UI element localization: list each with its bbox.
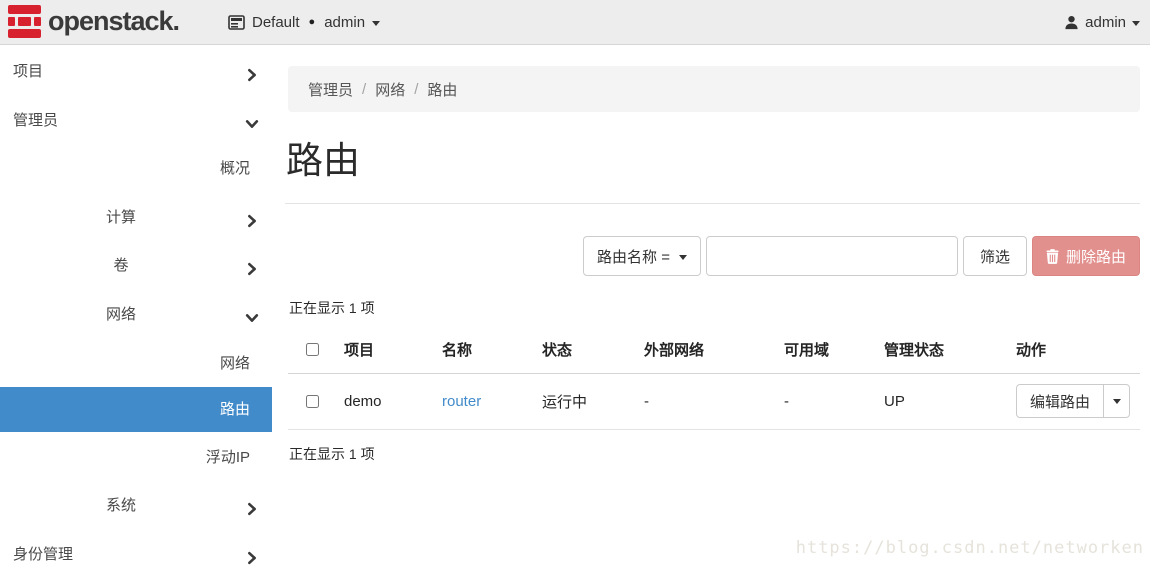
cell-external-network: - xyxy=(626,373,766,429)
chevron-right-icon xyxy=(245,547,259,561)
column-header-admin-state: 管理状态 xyxy=(866,326,998,373)
sidebar-item-label: 网络 xyxy=(220,355,250,372)
chevron-down-icon xyxy=(245,113,259,127)
filter-field-dropdown[interactable]: 路由名称 = xyxy=(583,236,701,276)
cell-project: demo xyxy=(326,373,424,429)
current-domain: Default xyxy=(252,14,300,31)
page-title: 路由 xyxy=(286,130,360,184)
caret-down-icon xyxy=(1113,399,1121,404)
header-divider xyxy=(285,203,1140,204)
sidebar-item-label: 计算 xyxy=(106,209,136,226)
breadcrumb-separator: / xyxy=(414,81,418,98)
sidebar-item-label: 概况 xyxy=(220,160,250,177)
sidebar-item-networks[interactable]: 网络 xyxy=(0,350,272,377)
table-actions-bar: 路由名称 = 筛选 删除路由 xyxy=(288,236,1140,276)
watermark-text: https://blog.csdn.net/networken xyxy=(796,538,1144,558)
sidebar-item-identity[interactable]: 身份管理 xyxy=(0,541,272,568)
openstack-brand[interactable]: openstack. xyxy=(8,5,179,38)
filter-field-label: 路由名称 = xyxy=(597,246,670,267)
table-header-row: 项目 名称 状态 外部网络 可用域 管理状态 动作 xyxy=(288,326,1140,373)
current-project: admin xyxy=(324,14,365,31)
sidebar-item-network-group[interactable]: 网络 xyxy=(0,301,272,328)
chevron-right-icon xyxy=(245,64,259,78)
breadcrumb: 管理员 / 网络 / 路由 xyxy=(288,66,1140,112)
cell-admin-state: UP xyxy=(866,373,998,429)
chevron-right-icon xyxy=(245,498,259,512)
edit-router-button[interactable]: 编辑路由 xyxy=(1016,384,1104,418)
column-header-actions: 动作 xyxy=(998,326,1140,373)
caret-down-icon xyxy=(372,21,380,26)
sidebar-item-label: 网络 xyxy=(106,306,136,323)
caret-down-icon xyxy=(679,255,687,260)
sidebar-item-label: 系统 xyxy=(106,497,136,514)
column-header-status: 状态 xyxy=(524,326,626,373)
column-header-availability-zone: 可用域 xyxy=(766,326,866,373)
delete-routers-button[interactable]: 删除路由 xyxy=(1032,236,1140,276)
sidebar-nav: 项目 管理员 概况 计算 卷 网络 网络 路由 浮动IP xyxy=(0,46,272,574)
sidebar-item-routers[interactable]: 路由 xyxy=(0,387,272,432)
sidebar-item-label: 身份管理 xyxy=(13,546,73,563)
brand-wordmark: openstack. xyxy=(48,5,179,38)
row-actions-split-button: 编辑路由 xyxy=(1016,384,1130,418)
chevron-right-icon xyxy=(245,210,259,224)
table-row: demo router 运行中 - - UP 编辑路由 xyxy=(288,373,1140,429)
sidebar-item-volumes[interactable]: 卷 xyxy=(0,252,272,279)
items-count-bottom: 正在显示 1 项 xyxy=(289,444,375,464)
cell-status: 运行中 xyxy=(524,373,626,429)
cell-availability-zone: - xyxy=(766,373,866,429)
router-name-link[interactable]: router xyxy=(442,393,481,410)
caret-down-icon xyxy=(1132,21,1140,26)
column-header-project: 项目 xyxy=(326,326,424,373)
delete-button-label: 删除路由 xyxy=(1066,246,1126,267)
openstack-dashboard: openstack. Default ● admin admin 项目 管理员 xyxy=(0,0,1150,574)
chevron-down-icon xyxy=(245,307,259,321)
sidebar-item-project[interactable]: 项目 xyxy=(0,58,272,85)
sidebar-item-label: 浮动IP xyxy=(206,449,250,466)
row-actions-dropdown-toggle[interactable] xyxy=(1104,384,1130,418)
breadcrumb-separator: / xyxy=(362,81,366,98)
breadcrumb-item-admin[interactable]: 管理员 xyxy=(308,79,353,100)
username: admin xyxy=(1085,14,1126,31)
sidebar-item-label: 卷 xyxy=(113,257,128,274)
sidebar-item-label: 项目 xyxy=(13,63,43,80)
sidebar-item-label: 管理员 xyxy=(13,112,58,129)
top-navbar: openstack. Default ● admin admin xyxy=(0,0,1150,45)
sidebar-item-floating-ips[interactable]: 浮动IP xyxy=(0,444,272,471)
filter-search-input[interactable] xyxy=(706,236,958,276)
sidebar-item-label: 路由 xyxy=(220,401,250,418)
breadcrumb-item-routers: 路由 xyxy=(427,79,457,100)
sidebar-item-system[interactable]: 系统 xyxy=(0,492,272,519)
user-menu[interactable]: admin xyxy=(1064,0,1140,44)
items-count-top: 正在显示 1 项 xyxy=(289,298,375,318)
routers-table: 项目 名称 状态 外部网络 可用域 管理状态 动作 demo router 运行… xyxy=(288,326,1140,430)
chevron-right-icon xyxy=(245,258,259,272)
row-select-checkbox[interactable] xyxy=(306,395,319,408)
filter-button-label: 筛选 xyxy=(980,246,1010,267)
edit-router-label: 编辑路由 xyxy=(1030,391,1090,412)
filter-button[interactable]: 筛选 xyxy=(963,236,1027,276)
trash-icon xyxy=(1046,249,1059,264)
user-icon xyxy=(1064,15,1079,30)
openstack-logo-icon xyxy=(8,5,41,38)
sidebar-item-compute[interactable]: 计算 xyxy=(0,204,272,231)
breadcrumb-item-network[interactable]: 网络 xyxy=(375,79,405,100)
column-header-external-network: 外部网络 xyxy=(626,326,766,373)
sidebar-item-admin[interactable]: 管理员 xyxy=(0,107,272,134)
domain-project-switcher[interactable]: Default ● admin xyxy=(228,0,380,44)
select-all-checkbox[interactable] xyxy=(306,343,319,356)
sidebar-item-overview[interactable]: 概况 xyxy=(0,155,272,182)
column-header-name: 名称 xyxy=(424,326,524,373)
context-separator: ● xyxy=(307,16,318,28)
list-icon xyxy=(228,15,245,30)
